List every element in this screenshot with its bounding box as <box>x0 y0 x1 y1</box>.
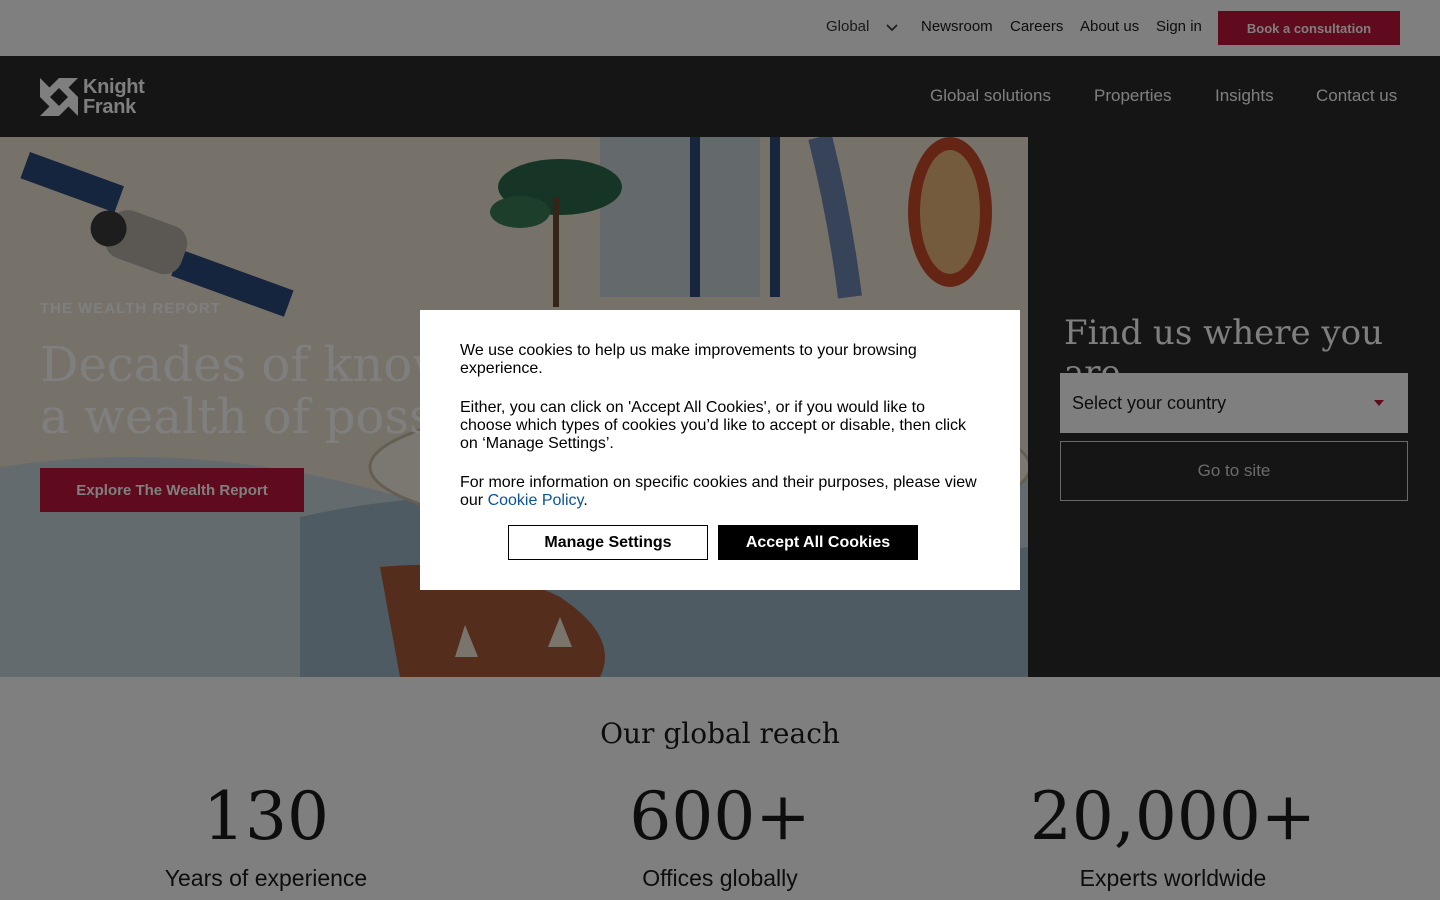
cookie-consent-dialog: We use cookies to help us make improveme… <box>420 310 1020 590</box>
cookie-text-2: Either, you can click on 'Accept All Coo… <box>460 399 967 452</box>
cookie-text-3-suffix: . <box>583 492 588 509</box>
cookie-text-1: We use cookies to help us make improveme… <box>460 342 917 377</box>
cookie-button-row: Manage Settings Accept All Cookies <box>508 525 918 560</box>
manage-settings-button[interactable]: Manage Settings <box>508 525 708 560</box>
cookie-policy-link[interactable]: Cookie Policy <box>488 492 584 509</box>
accept-all-cookies-button[interactable]: Accept All Cookies <box>718 525 918 560</box>
cookie-text-3: For more information on specific cookies… <box>460 474 980 510</box>
